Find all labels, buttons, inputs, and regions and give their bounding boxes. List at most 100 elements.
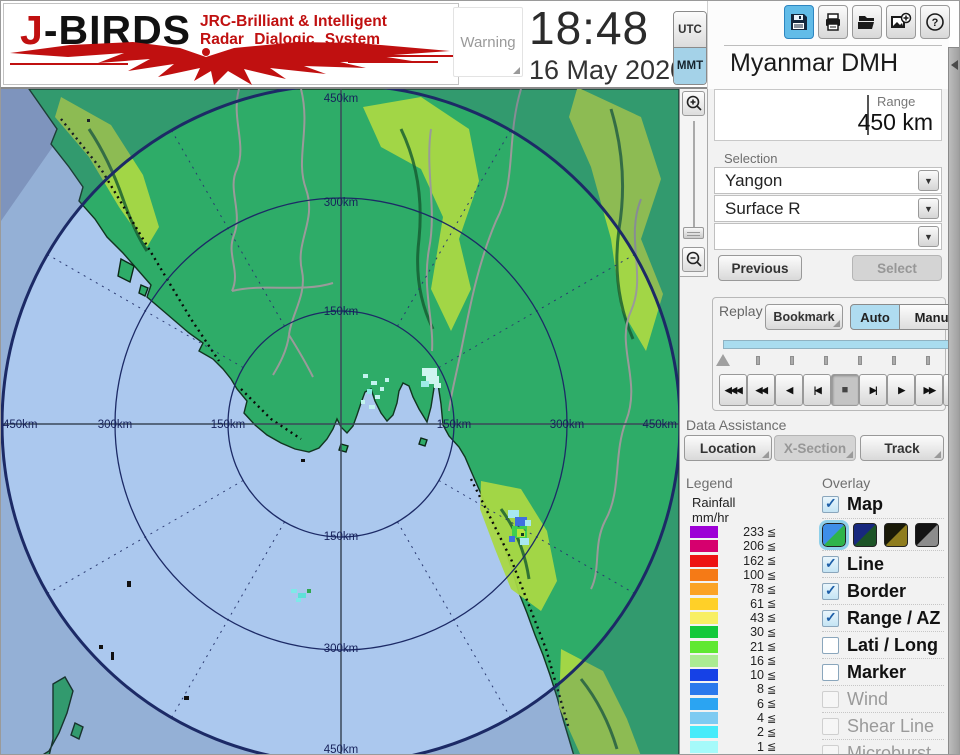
track-button[interactable]: Track	[860, 435, 944, 461]
panel-collapse-strip[interactable]	[948, 47, 960, 755]
zoom-slider-thumb[interactable]	[683, 227, 704, 239]
zoom-in-button[interactable]	[682, 91, 705, 116]
overlay-item-wind: Wind	[822, 685, 944, 712]
export-button[interactable]	[886, 5, 916, 39]
overlay-item-lati-long[interactable]: Lati / Long	[822, 631, 944, 658]
radar-map[interactable]: 450km 300km 150km 150km 300km 450km 450k…	[1, 89, 679, 755]
svg-text:150km: 150km	[437, 419, 472, 431]
overlay-item-marker[interactable]: Marker	[822, 658, 944, 685]
svg-text:450km: 450km	[324, 744, 359, 755]
svg-text:450km: 450km	[3, 419, 38, 431]
svg-text:300km: 300km	[550, 419, 585, 431]
selection-label: Selection	[724, 151, 777, 166]
slider-start-marker[interactable]	[716, 354, 730, 366]
title-divider	[724, 45, 942, 46]
station-name: Myanmar DMH	[730, 49, 898, 78]
timezone-toggle: UTC MMT	[673, 11, 707, 85]
bookmark-button[interactable]: Bookmark	[765, 304, 843, 330]
legend-unit-2: mm/hr	[692, 510, 729, 525]
overlay-item-range-az[interactable]: Range / AZ	[822, 604, 944, 631]
wind-checkbox	[822, 691, 839, 708]
legend-row: 6≦	[690, 697, 776, 711]
zoom-slider-track[interactable]	[693, 121, 695, 239]
overlay-item-line[interactable]: Line	[822, 550, 944, 577]
legend-row: 30≦	[690, 625, 776, 639]
open-folder-icon	[857, 12, 877, 32]
range-az-checkbox[interactable]	[822, 610, 839, 627]
legend-row: 100≦	[690, 568, 776, 582]
play-button[interactable]: ▶	[887, 374, 915, 406]
location-button[interactable]: Location	[684, 435, 772, 461]
print-icon	[823, 12, 843, 32]
zoom-control	[680, 89, 708, 277]
legend-row: 16≦	[690, 654, 776, 668]
legend-row: 61≦	[690, 596, 776, 610]
zoom-out-button[interactable]	[682, 247, 705, 272]
panel-top: ? Myanmar DMH	[707, 1, 949, 89]
overlay-list: Map Line Border Range / AZ Lati / Long M…	[822, 491, 944, 755]
replay-slider-track[interactable]	[723, 340, 960, 349]
overlay-item-map[interactable]: Map	[822, 491, 944, 518]
auto-button[interactable]: Auto	[850, 304, 900, 330]
svg-text:300km: 300km	[324, 643, 359, 655]
line-checkbox[interactable]	[822, 556, 839, 573]
map-checkbox[interactable]	[822, 496, 839, 513]
help-button[interactable]: ?	[920, 5, 950, 39]
overlay-item-border[interactable]: Border	[822, 577, 944, 604]
warning-button[interactable]: Warning	[453, 7, 523, 77]
product-dropdown-arrow[interactable]: ▼	[918, 198, 939, 219]
replay-panel: Replay Bookmark Auto Manual ◀◀◀ ◀◀ ◀ |◀ …	[712, 297, 946, 411]
option-dropdown-arrow[interactable]: ▼	[918, 226, 939, 247]
step-back-button[interactable]: |◀	[803, 374, 831, 406]
utc-button[interactable]: UTC	[674, 12, 706, 48]
border-checkbox[interactable]	[822, 583, 839, 600]
shear-line-checkbox	[822, 718, 839, 735]
map-style-terrain[interactable]	[822, 523, 846, 547]
clock: 18:48 16 May 2020	[529, 1, 679, 85]
svg-text:150km: 150km	[324, 531, 359, 543]
step-forward-button[interactable]: ▶|	[859, 374, 887, 406]
previous-button[interactable]: Previous	[718, 255, 802, 281]
lati-long-checkbox[interactable]	[822, 637, 839, 654]
svg-text:300km: 300km	[98, 419, 133, 431]
slider-tick	[756, 356, 760, 365]
replay-label: Replay	[719, 303, 763, 319]
product-dropdown[interactable]: Surface R ▼	[714, 195, 942, 222]
site-dropdown-value: Yangon	[725, 171, 782, 191]
range-display: Range 450 km	[714, 89, 942, 141]
open-button[interactable]	[852, 5, 882, 39]
site-dropdown[interactable]: Yangon ▼	[714, 167, 942, 194]
print-button[interactable]	[818, 5, 848, 39]
zoom-in-icon	[685, 95, 703, 113]
map-style-dark[interactable]	[853, 523, 877, 547]
map-style-olive[interactable]	[884, 523, 908, 547]
fast-rewind-button[interactable]: ◀◀◀	[719, 374, 747, 406]
legend-row: 78≦	[690, 582, 776, 596]
svg-text:?: ?	[932, 17, 939, 29]
svg-text:150km: 150km	[211, 419, 246, 431]
map-style-gray[interactable]	[915, 523, 939, 547]
option-dropdown[interactable]: ▼	[714, 223, 942, 250]
select-button[interactable]: Select	[852, 255, 942, 281]
mmt-button[interactable]: MMT	[674, 48, 706, 84]
toolbar: ?	[784, 5, 950, 39]
collapse-arrow-icon	[951, 60, 958, 70]
rewind-button[interactable]: ◀◀	[747, 374, 775, 406]
slider-tick	[824, 356, 828, 365]
play-back-button[interactable]: ◀	[775, 374, 803, 406]
warning-label: Warning	[460, 34, 515, 51]
help-icon: ?	[925, 12, 945, 32]
site-dropdown-arrow[interactable]: ▼	[918, 170, 939, 191]
jbirds-application: J-BIRDS JRC-Brilliant & Intelligent Rada…	[0, 0, 960, 755]
legend-row: 10≦	[690, 668, 776, 682]
legend-label: Legend	[686, 475, 733, 491]
xsection-button[interactable]: X-Section	[774, 435, 856, 461]
forward-button[interactable]: ▶▶	[915, 374, 943, 406]
svg-text:150km: 150km	[324, 306, 359, 318]
legend-unit-1: Rainfall	[692, 495, 735, 510]
stop-button[interactable]: ■	[831, 374, 859, 406]
save-icon	[789, 12, 809, 32]
marker-checkbox[interactable]	[822, 664, 839, 681]
save-button[interactable]	[784, 5, 814, 39]
slider-tick	[926, 356, 930, 365]
